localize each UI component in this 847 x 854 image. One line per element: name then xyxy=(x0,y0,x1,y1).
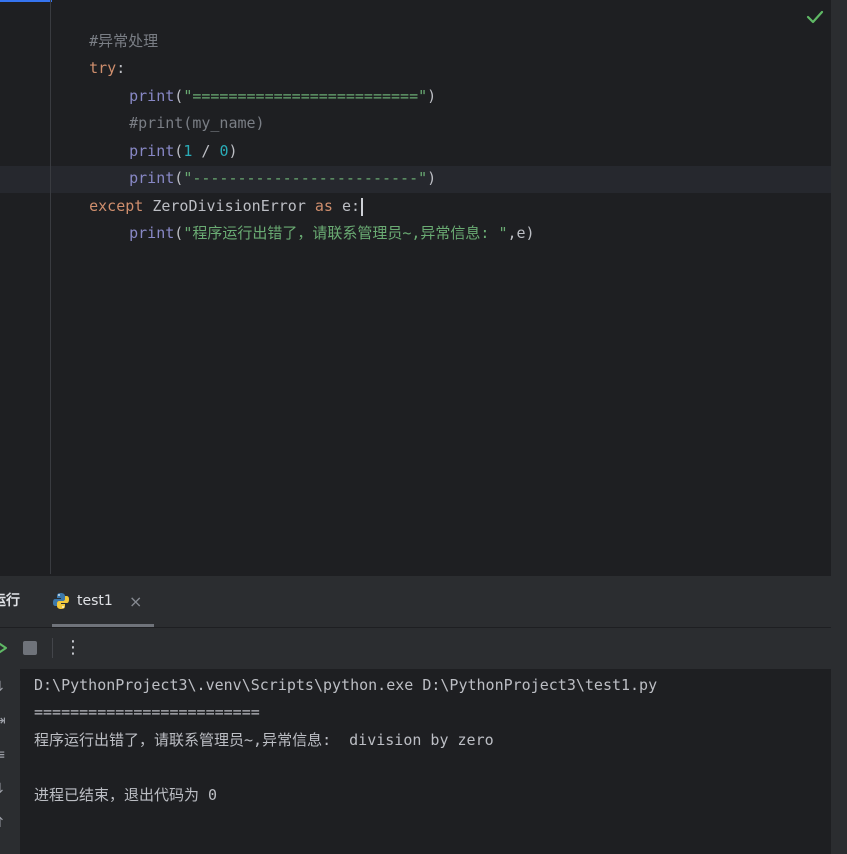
paren-token: ) xyxy=(427,87,437,105)
code-line-5[interactable]: print(1 / 0) xyxy=(53,111,237,160)
code-line-8[interactable]: print("程序运行出错了，请联系管理员~,异常信息: ",e) xyxy=(53,193,534,242)
builtin-token: print xyxy=(129,224,175,242)
close-icon[interactable]: × xyxy=(129,576,142,627)
checkmark-icon[interactable] xyxy=(806,9,824,25)
code-line-6[interactable]: print("-------------------------") xyxy=(53,138,436,187)
code-line-3[interactable]: print("=========================") xyxy=(53,56,436,105)
code-editor[interactable]: #异常处理 try: print("======================… xyxy=(0,0,831,574)
console-line: 进程已结束，退出代码为 0 xyxy=(34,786,218,804)
run-tab-test1[interactable]: test1 × xyxy=(52,576,154,627)
clear-icon[interactable]: ↑ xyxy=(0,815,6,831)
run-panel-title: 运行 xyxy=(0,593,20,609)
filter-icon[interactable]: ≡ xyxy=(0,747,6,763)
stop-icon[interactable] xyxy=(23,641,37,655)
paren-token: ) xyxy=(427,169,437,187)
run-console-output[interactable]: D:\PythonProject3\.venv\Scripts\python.e… xyxy=(20,669,831,854)
console-line: D:\PythonProject3\.venv\Scripts\python.e… xyxy=(34,676,658,694)
code-line-2[interactable]: try: xyxy=(53,28,125,77)
string-token: "程序运行出错了，请联系管理员~,异常信息: " xyxy=(183,224,508,242)
rerun-icon[interactable] xyxy=(0,640,8,656)
gutter-divider xyxy=(50,0,51,574)
code-line-7[interactable]: except ZeroDivisionError as e: xyxy=(53,166,364,216)
run-toolbar: ⋮ xyxy=(0,627,831,669)
editor-tab-accent xyxy=(0,0,52,2)
code-line-4[interactable]: #print(my_name) xyxy=(53,83,264,132)
more-options-icon[interactable]: ⋮ xyxy=(64,636,82,660)
scroll-down-icon[interactable]: ↓ xyxy=(0,679,6,695)
run-panel-header: 运行 test1 × xyxy=(0,575,831,627)
soft-wrap-icon[interactable]: ⇥ xyxy=(0,713,6,729)
print-icon[interactable]: ↓ xyxy=(0,781,6,797)
toolbar-separator xyxy=(52,638,53,658)
right-tool-strip xyxy=(831,0,847,854)
code-line-1[interactable]: #异常处理 xyxy=(53,1,158,50)
console-line: ========================= xyxy=(34,703,260,721)
paren-token: ( xyxy=(174,224,184,242)
args-token: ,e) xyxy=(507,224,535,242)
run-tab-label: test1 xyxy=(77,593,113,609)
python-icon xyxy=(53,593,69,609)
console-side-toolbar: ↓ ⇥ ≡ ↓ ↑ xyxy=(0,669,20,854)
console-line: 程序运行出错了，请联系管理员~,异常信息: division by zero xyxy=(34,731,494,749)
